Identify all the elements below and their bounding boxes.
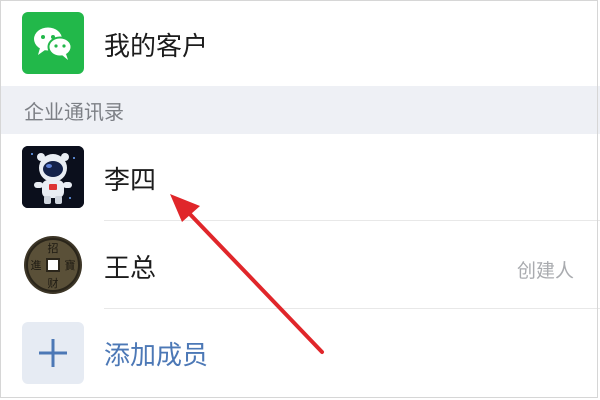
- divider: [104, 308, 600, 309]
- svg-text:寶: 寶: [65, 258, 76, 272]
- add-member-row[interactable]: [0, 310, 600, 400]
- add-member-label[interactable]: 添加成员: [104, 335, 208, 372]
- my-customers-row[interactable]: [0, 0, 600, 86]
- svg-text:招: 招: [48, 241, 59, 255]
- svg-text:進: 進: [31, 259, 42, 272]
- wechat-icon: [22, 12, 84, 74]
- my-customers-label: 我的客户: [104, 32, 209, 62]
- section-title: 企业通讯录: [24, 99, 124, 124]
- divider: [104, 220, 600, 221]
- member-row-wangzong[interactable]: [0, 222, 600, 308]
- creator-badge: 创建人: [516, 260, 574, 282]
- svg-text:财: 财: [48, 276, 59, 290]
- member-name: 王总: [104, 254, 157, 284]
- member-name: 李四: [104, 166, 157, 196]
- coin-avatar: 招 财 進 寶: [22, 234, 84, 296]
- section-header: 企业通讯录: [0, 86, 600, 134]
- member-row-lisi[interactable]: [0, 134, 600, 220]
- astronaut-avatar: [22, 146, 84, 208]
- plus-icon[interactable]: [22, 322, 84, 384]
